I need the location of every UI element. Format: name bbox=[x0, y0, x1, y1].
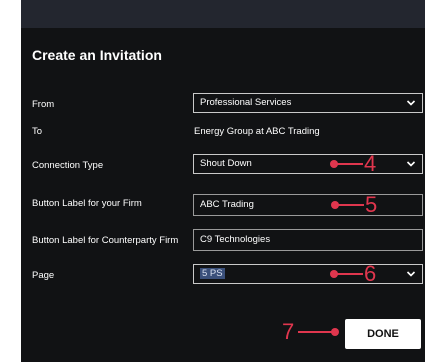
dialog-top-bar bbox=[21, 0, 425, 28]
from-select-value: Professional Services bbox=[200, 97, 292, 108]
create-invitation-dialog: Create an Invitation From Professional S… bbox=[21, 0, 425, 362]
page-select-value: 5 PS bbox=[200, 268, 225, 279]
connection-type-label: Connection Type bbox=[32, 160, 104, 171]
annotation-number: 6 bbox=[364, 261, 377, 286]
connection-type-value: Shout Down bbox=[200, 158, 252, 169]
annotation-line bbox=[298, 331, 332, 333]
annotation-line bbox=[334, 273, 363, 275]
chevron-down-icon bbox=[406, 271, 416, 277]
firm-label-value: ABC Trading bbox=[200, 199, 254, 210]
from-label: From bbox=[32, 99, 55, 110]
chevron-down-icon bbox=[406, 100, 416, 106]
done-button[interactable]: DONE bbox=[345, 319, 421, 349]
chevron-down-icon bbox=[406, 161, 416, 167]
annotation-step-6: 6 bbox=[330, 262, 380, 286]
annotation-number: 5 bbox=[365, 192, 378, 217]
firm-label-input[interactable]: ABC Trading bbox=[193, 194, 423, 216]
from-select[interactable]: Professional Services bbox=[193, 93, 423, 113]
counterparty-label-label: Button Label for Counterparty Firm bbox=[32, 235, 179, 246]
annotation-step-7: 7 bbox=[282, 320, 342, 344]
annotation-dot bbox=[331, 328, 339, 336]
annotation-number: 4 bbox=[364, 151, 377, 176]
annotation-step-4: 4 bbox=[330, 152, 380, 176]
dialog-title: Create an Invitation bbox=[32, 47, 162, 63]
connection-type-select[interactable]: Shout Down bbox=[193, 154, 423, 174]
firm-label-label: Button Label for your Firm bbox=[32, 198, 142, 209]
annotation-step-5: 5 bbox=[331, 193, 381, 217]
annotation-line bbox=[334, 163, 363, 165]
counterparty-label-input[interactable]: C9 Technologies bbox=[193, 229, 423, 251]
page-label: Page bbox=[32, 270, 55, 281]
counterparty-label-value: C9 Technologies bbox=[200, 234, 271, 245]
annotation-number: 7 bbox=[282, 319, 295, 344]
annotation-line bbox=[335, 204, 364, 206]
page-select[interactable]: 5 PS bbox=[193, 264, 423, 284]
to-label: To bbox=[32, 126, 43, 137]
to-value: Energy Group at ABC Trading bbox=[194, 126, 320, 137]
